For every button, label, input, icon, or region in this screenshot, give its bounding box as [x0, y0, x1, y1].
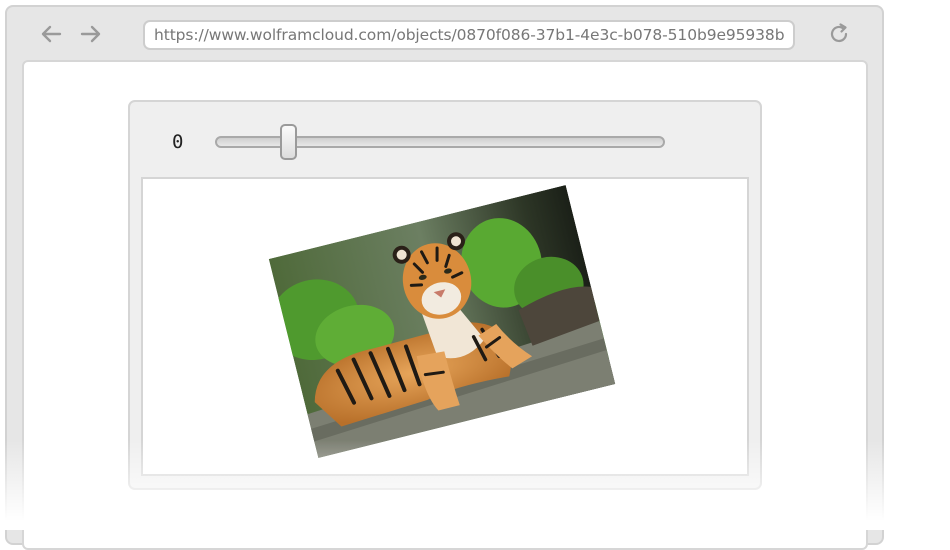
reload-button[interactable] [826, 21, 852, 47]
url-text: https://www.wolframcloud.com/objects/087… [154, 26, 785, 44]
address-bar[interactable]: https://www.wolframcloud.com/objects/087… [143, 20, 795, 50]
slider-thumb[interactable] [280, 124, 297, 160]
forward-button[interactable] [78, 21, 104, 47]
arrow-left-icon [41, 25, 62, 43]
reload-icon [830, 23, 848, 43]
arrow-right-icon [80, 25, 101, 43]
back-button[interactable] [38, 21, 64, 47]
slider-value-label: 0 [172, 131, 184, 153]
